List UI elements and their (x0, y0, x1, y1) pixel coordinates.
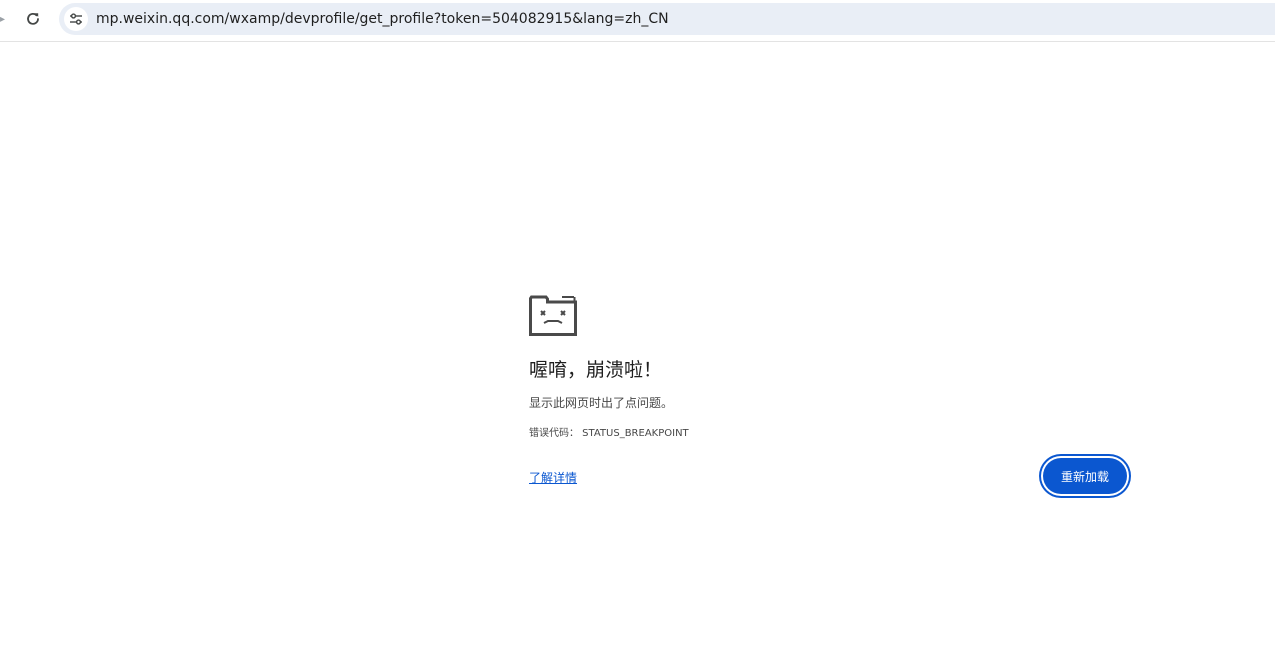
forward-arrow-icon[interactable]: ▸ (0, 13, 6, 27)
sad-folder-icon (529, 294, 577, 336)
crash-page: 喔唷，崩溃啦！ 显示此网页时出了点问题。 错误代码： STATUS_BREAKP… (529, 294, 1133, 504)
reload-icon[interactable] (20, 6, 46, 32)
error-description: 显示此网页时出了点问题。 (529, 396, 674, 410)
learn-more-link[interactable]: 了解详情 (529, 470, 577, 486)
error-title: 喔唷，崩溃啦！ (529, 359, 663, 381)
error-code: 错误代码： STATUS_BREAKPOINT (529, 428, 689, 439)
address-bar[interactable]: mp.weixin.qq.com/wxamp/devprofile/get_pr… (59, 3, 1275, 35)
url-text[interactable]: mp.weixin.qq.com/wxamp/devprofile/get_pr… (96, 3, 669, 35)
browser-toolbar: ▸ mp.weixin.qq.com/wxamp/devprofile/get_… (0, 0, 1275, 42)
tune-icon[interactable] (64, 7, 88, 31)
reload-button[interactable]: 重新加载 (1043, 458, 1127, 494)
